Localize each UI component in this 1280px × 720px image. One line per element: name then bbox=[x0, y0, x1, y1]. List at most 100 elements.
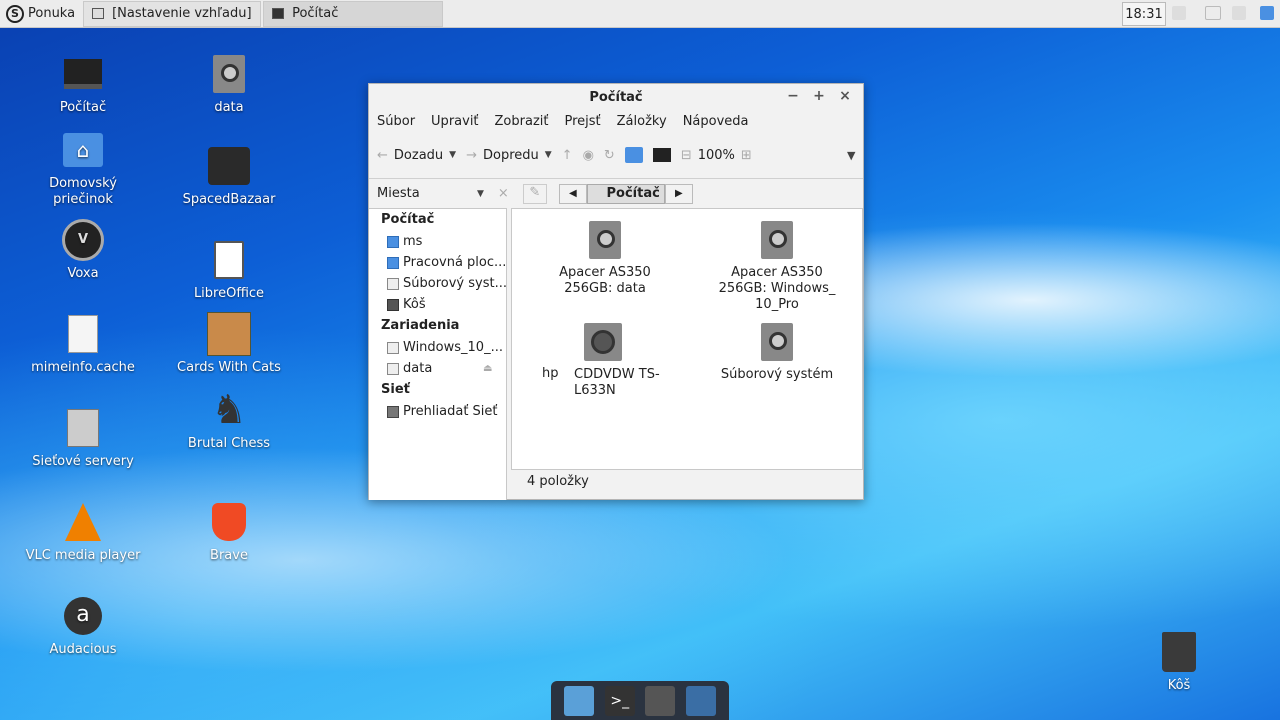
settings-icon[interactable] bbox=[685, 685, 716, 716]
forward-button[interactable]: → Dopredu ▼ bbox=[466, 148, 552, 163]
sidebar-item-label: Prehliadať Sieť bbox=[403, 404, 498, 419]
item-label: Apacer AS350 256GB: data bbox=[559, 265, 651, 296]
drive-icon bbox=[761, 323, 793, 361]
computer-icon[interactable] bbox=[652, 148, 671, 162]
desktop-icon-trash[interactable]: Kôš bbox=[1119, 630, 1239, 694]
dock: >_ bbox=[551, 681, 729, 720]
edit-path-icon[interactable]: ✎ bbox=[522, 183, 547, 204]
crumb-right-icon[interactable]: ▶ bbox=[664, 183, 693, 204]
drive-icon bbox=[387, 341, 399, 354]
item-label: Súborový systém bbox=[720, 367, 834, 382]
desktop-icon-network-servers[interactable]: Sieťové servery bbox=[23, 406, 143, 470]
desktop-icon-brutal-chess[interactable]: ♞ Brutal Chess bbox=[169, 388, 289, 452]
item-label: Apacer AS350 256GB: Windows_ 10_Pro bbox=[718, 265, 836, 312]
optical-drive-icon bbox=[584, 323, 622, 361]
desktop-label: mimeinfo.cache bbox=[31, 360, 135, 375]
show-desktop-icon[interactable] bbox=[1260, 6, 1274, 20]
distro-logo-icon: S bbox=[6, 4, 24, 23]
monitor-icon bbox=[272, 8, 285, 19]
close-sidebar-icon[interactable]: × bbox=[498, 186, 509, 201]
drive-item-filesystem[interactable]: Súborový systém bbox=[718, 323, 836, 383]
reload-icon[interactable]: ↻ bbox=[604, 148, 615, 163]
sidebar-item-label: Pracovná ploc... bbox=[403, 255, 506, 270]
terminal-icon[interactable]: >_ bbox=[604, 685, 635, 716]
calculator-icon[interactable] bbox=[645, 685, 676, 716]
desktop-label: Cards With Cats bbox=[177, 360, 281, 375]
sidebar-item-windows[interactable]: Windows_10_... bbox=[369, 337, 506, 358]
file-manager-icon[interactable] bbox=[564, 685, 595, 716]
menu-go[interactable]: Prejsť bbox=[565, 114, 601, 129]
desktop-icon-libreoffice[interactable]: LibreOffice bbox=[169, 238, 289, 302]
sidebar-item-desktop[interactable]: Pracovná ploc... bbox=[369, 252, 506, 273]
desktop-icon-vlc[interactable]: VLC media player bbox=[23, 500, 143, 564]
toolbar-overflow-icon[interactable]: ▼ bbox=[847, 149, 855, 162]
desktop-icon-computer[interactable]: Počítač bbox=[23, 52, 143, 116]
desktop-label: data bbox=[214, 100, 244, 115]
voxa-icon: V bbox=[61, 218, 105, 262]
back-button[interactable]: ← Dozadu ▼ bbox=[377, 148, 456, 163]
task-computer[interactable]: Počítač bbox=[263, 0, 444, 27]
breadcrumb-computer[interactable]: Počítač bbox=[586, 183, 665, 204]
menu-help[interactable]: Nápoveda bbox=[683, 114, 749, 129]
cat-icon bbox=[207, 312, 251, 356]
sidebar: Počítač ms Pracovná ploc... Súborový sys… bbox=[369, 208, 507, 500]
menu-bookmarks[interactable]: Záložky bbox=[617, 114, 667, 129]
zoom-level: 100% bbox=[697, 147, 735, 163]
desktop-icon-spacedbazaar[interactable]: SpacedBazaar bbox=[169, 144, 289, 208]
sidebar-item-trash[interactable]: Kôš bbox=[369, 294, 506, 315]
drive-item-data[interactable]: Apacer AS350 256GB: data bbox=[552, 221, 658, 297]
sidebar-item-browse-network[interactable]: Prehliadať Sieť bbox=[369, 401, 506, 422]
desktop-icon-mimeinfo[interactable]: mimeinfo.cache bbox=[23, 312, 143, 376]
sidebar-item-label: Súborový syst... bbox=[403, 276, 506, 291]
stop-icon[interactable]: ◉ bbox=[583, 148, 594, 163]
clock[interactable]: 18:31 bbox=[1122, 2, 1166, 26]
drive-item-windows[interactable]: Apacer AS350 256GB: Windows_ 10_Pro bbox=[718, 221, 836, 313]
minimize-button[interactable]: − bbox=[785, 88, 801, 104]
trash-icon bbox=[387, 298, 399, 311]
sidebar-item-label: Windows_10_... bbox=[403, 340, 503, 355]
vlc-icon bbox=[61, 500, 105, 544]
sidebar-item-ms[interactable]: ms bbox=[369, 231, 506, 252]
crumb-left-icon[interactable]: ◀ bbox=[558, 183, 587, 204]
battery-icon[interactable] bbox=[1205, 6, 1221, 20]
desktop-label: Brutal Chess bbox=[187, 436, 271, 451]
menu-button[interactable]: S Ponuka bbox=[0, 0, 81, 28]
desktop-icon-data[interactable]: data bbox=[169, 52, 289, 116]
item-label: CDDVDW TS-L633N bbox=[574, 367, 660, 398]
home-icon[interactable] bbox=[624, 147, 643, 163]
up-icon[interactable]: ↑ bbox=[562, 148, 573, 163]
desktop-label: Kôš bbox=[1167, 678, 1191, 693]
desktop-label: Domovský priečinok bbox=[49, 176, 117, 207]
eject-icon[interactable]: ⏏ bbox=[483, 358, 492, 379]
places-selector[interactable]: Miesta bbox=[377, 186, 477, 201]
drive-icon bbox=[207, 52, 251, 96]
close-button[interactable]: × bbox=[837, 88, 853, 104]
chevron-down-icon: ▼ bbox=[544, 150, 552, 160]
spacedbazaar-icon bbox=[207, 144, 251, 188]
back-label: Dozadu bbox=[393, 147, 444, 163]
drive-item-optical[interactable]: CDDVDW TS-L633N bbox=[574, 323, 674, 399]
menu-edit[interactable]: Upraviť bbox=[431, 114, 478, 129]
maximize-button[interactable]: + bbox=[811, 88, 827, 104]
chevron-down-icon[interactable]: ▼ bbox=[477, 189, 484, 199]
sidebar-section-title: Zariadenia bbox=[381, 318, 460, 333]
menu-view[interactable]: Zobraziť bbox=[495, 114, 549, 129]
title-bar[interactable]: Počítač − + × bbox=[369, 84, 863, 110]
desktop-icon-audacious[interactable]: a Audacious bbox=[23, 594, 143, 658]
menu-file[interactable]: Súbor bbox=[377, 114, 415, 129]
desktop-label: SpacedBazaar bbox=[182, 192, 276, 207]
status-bar: 4 položky bbox=[527, 474, 589, 489]
volume-icon[interactable] bbox=[1172, 6, 1186, 20]
power-icon[interactable] bbox=[1232, 6, 1246, 20]
zoom-in-icon[interactable]: ⊞ bbox=[741, 148, 752, 163]
zoom-out-icon[interactable]: ⊟ bbox=[681, 148, 692, 163]
desktop-icon-brave[interactable]: Brave bbox=[169, 500, 289, 564]
server-icon bbox=[61, 406, 105, 450]
task-appearance-settings[interactable]: [Nastavenie vzhľadu] bbox=[83, 0, 262, 27]
file-manager-window: Počítač − + × Súbor Upraviť Zobraziť Pre… bbox=[368, 83, 864, 500]
sidebar-item-data[interactable]: data ⏏ bbox=[369, 358, 506, 379]
sidebar-item-filesystem[interactable]: Súborový syst... bbox=[369, 273, 506, 294]
desktop-icon-voxa[interactable]: V Voxa bbox=[23, 218, 143, 282]
desktop-icon-home[interactable]: ⌂ Domovský priečinok bbox=[23, 128, 143, 208]
desktop-icon-cards-with-cats[interactable]: Cards With Cats bbox=[169, 312, 289, 376]
